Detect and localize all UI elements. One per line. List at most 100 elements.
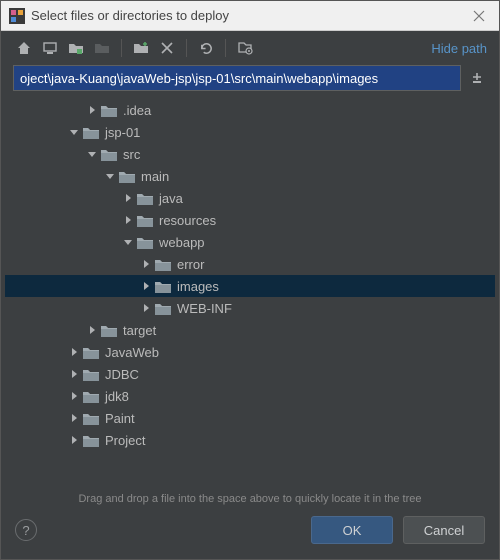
tree-row[interactable]: jsp-01 [5,121,495,143]
file-tree[interactable]: .idea jsp-01 srcmain java resources webapp err… [5,97,495,485]
desktop-icon [42,40,58,56]
tree-row[interactable]: main [5,165,495,187]
pathbar [1,65,499,97]
close-icon [473,10,485,22]
path-input[interactable] [13,65,461,91]
toolbar-separator [186,39,187,57]
folder-icon [155,257,171,271]
tree-row[interactable]: error [5,253,495,275]
chevron-right-icon[interactable] [121,191,135,205]
toolbar-separator [225,39,226,57]
new-folder-button[interactable] [130,37,152,59]
tree-row-label: webapp [159,235,205,250]
tree-row-label: WEB-INF [177,301,232,316]
hint-text: Drag and drop a file into the space abov… [1,485,499,509]
tree-row[interactable]: jdk8 [5,385,495,407]
file-tree-container: .idea jsp-01 srcmain java resources webapp err… [5,97,495,485]
chevron-right-icon[interactable] [139,301,153,315]
new-folder-icon [133,40,149,56]
folder-icon [155,301,171,315]
chevron-right-icon[interactable] [67,367,81,381]
chevron-down-icon[interactable] [121,235,135,249]
tree-row-label: jdk8 [105,389,129,404]
folder-icon [83,433,99,447]
chevron-right-icon[interactable] [67,411,81,425]
tree-row-label: src [123,147,140,162]
chevron-right-icon[interactable] [85,323,99,337]
tree-row-label: java [159,191,183,206]
tree-row[interactable]: resources [5,209,495,231]
chevron-right-icon[interactable] [67,433,81,447]
folder-icon [83,389,99,403]
chevron-down-icon[interactable] [85,147,99,161]
chevron-right-icon[interactable] [85,103,99,117]
folder-dim-icon [94,40,110,56]
dialog-title: Select files or directories to deploy [31,8,461,23]
folder-icon [155,279,171,293]
home-icon [16,40,32,56]
chevron-right-icon[interactable] [139,279,153,293]
project-folder-button[interactable] [65,37,87,59]
refresh-icon [199,41,214,56]
titlebar: Select files or directories to deploy [1,1,499,31]
tree-row-label: resources [159,213,216,228]
close-button[interactable] [467,4,491,28]
home-button[interactable] [13,37,35,59]
chevron-right-icon[interactable] [139,257,153,271]
tree-row-label: jsp-01 [105,125,140,140]
tree-row-label: .idea [123,103,151,118]
folder-icon [137,235,153,249]
ok-button[interactable]: OK [311,516,393,544]
tree-row[interactable]: images [5,275,495,297]
desktop-button[interactable] [39,37,61,59]
chevron-down-icon[interactable] [67,125,81,139]
folder-icon [83,411,99,425]
folder-icon [119,169,135,183]
folder-icon [137,213,153,227]
tree-row-label: JavaWeb [105,345,159,360]
tree-row[interactable]: Paint [5,407,495,429]
help-button[interactable]: ? [15,519,37,541]
dialog: Select files or directories to deploy [0,0,500,560]
tree-row[interactable]: src [5,143,495,165]
tree-row[interactable]: java [5,187,495,209]
tree-row[interactable]: webapp [5,231,495,253]
tree-row-label: JDBC [105,367,139,382]
tree-row[interactable]: .idea [5,99,495,121]
tree-row-label: target [123,323,156,338]
tree-row[interactable]: target [5,319,495,341]
folder-small-icon [68,40,84,56]
cancel-button[interactable]: Cancel [403,516,485,544]
tree-row-label: Project [105,433,145,448]
tree-row-label: main [141,169,169,184]
chevron-down-icon[interactable] [103,169,117,183]
tree-row-label: images [177,279,219,294]
tree-row[interactable]: WEB-INF [5,297,495,319]
history-icon [470,71,484,85]
folder-icon [83,125,99,139]
tree-row-label: Paint [105,411,135,426]
show-hidden-button[interactable] [234,37,256,59]
tree-row-label: error [177,257,204,272]
toolbar: Hide path [1,31,499,65]
module-folder-button [91,37,113,59]
tree-row[interactable]: Project [5,429,495,451]
chevron-right-icon[interactable] [67,345,81,359]
refresh-button[interactable] [195,37,217,59]
show-hidden-icon [237,40,253,56]
chevron-right-icon[interactable] [121,213,135,227]
chevron-right-icon[interactable] [67,389,81,403]
folder-icon [101,147,117,161]
folder-icon [83,367,99,381]
app-icon [9,8,25,24]
footer: ? OK Cancel [1,509,499,559]
hide-path-link[interactable]: Hide path [431,41,487,56]
delete-icon [161,42,173,54]
tree-row[interactable]: JavaWeb [5,341,495,363]
toolbar-separator [121,39,122,57]
tree-row[interactable]: JDBC [5,363,495,385]
folder-icon [101,323,117,337]
path-history-button[interactable] [467,65,487,91]
delete-button[interactable] [156,37,178,59]
folder-icon [101,103,117,117]
